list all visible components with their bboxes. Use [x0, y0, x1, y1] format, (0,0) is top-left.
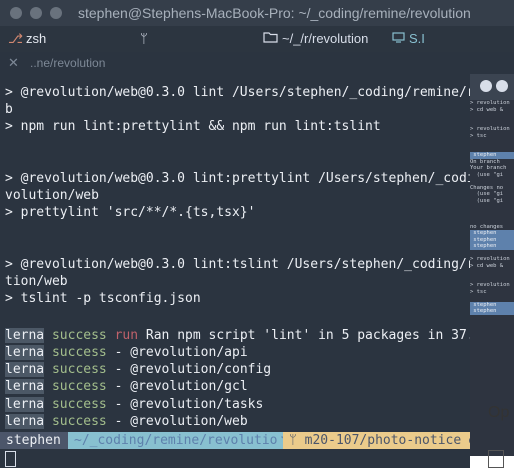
background-window-titlebar: [470, 74, 514, 100]
terminal-line: tion/web: [5, 274, 68, 290]
lerna-prefix: lerna: [5, 345, 45, 360]
lerna-line: lerna success - @revolution/config: [5, 361, 271, 378]
lerna-status: success: [51, 327, 107, 343]
window-titlebar: stephen@Stephens-MacBook-Pro: ~/_coding/…: [0, 0, 514, 26]
terminal-icon: ⎇: [8, 31, 23, 46]
tab-zsh[interactable]: zsh: [26, 31, 46, 46]
lerna-status: success: [51, 413, 107, 429]
terminal-line: > prettylint 'src/**/*.{ts,tsx}': [5, 205, 256, 221]
prompt-path: ~/_coding/remine/revolution: [68, 432, 285, 449]
lerna-tag: run: [114, 327, 139, 343]
lerna-line: lerna success - @revolution/api: [5, 344, 248, 361]
lerna-status: success: [51, 379, 107, 395]
git-branch-icon: ᛘ: [289, 433, 305, 448]
prompt-git: ᛘ m20-107/photo-notice ●+: [283, 432, 470, 449]
background-terminal-output: > revolution > cd web & > revolution > tsc …: [470, 100, 514, 456]
terminal-tabbar: ⎇ zsh ᛘ ~/_/r/revolution S.I: [0, 26, 514, 52]
background-terminal-line: > revolution: [470, 282, 510, 288]
lerna-text: - @revolution/gcl: [106, 379, 248, 395]
terminal-line: > @revolution/web@0.3.0 lint:prettylint …: [5, 171, 470, 186]
terminal-output[interactable]: > @revolution/web@0.3.0 lint /Users/step…: [0, 74, 470, 432]
lerna-line: lerna success - @revolution/web: [5, 413, 248, 430]
terminal-line: > npm run lint:prettylint && npm run lin…: [5, 119, 381, 135]
lerna-prefix: lerna: [5, 379, 45, 395]
pane-path: ..ne/revolution: [30, 56, 106, 70]
lerna-text: - @revolution/tasks: [106, 396, 264, 412]
lerna-prefix: lerna: [5, 396, 45, 412]
background-terminal-line: > revolution: [470, 256, 510, 262]
lerna-status: success: [51, 396, 107, 412]
lerna-line: lerna success - @revolution/gcl: [5, 378, 248, 395]
folder-icon: [263, 31, 278, 46]
background-terminal-line: stephen: [470, 308, 514, 315]
window-title: stephen@Stephens-MacBook-Pro: ~/_coding/…: [78, 5, 471, 21]
lerna-prefix: lerna: [5, 362, 45, 378]
minimize-window-button[interactable]: [30, 7, 42, 19]
background-terminal-line: > revolution: [470, 100, 510, 106]
lerna-prefix: lerna: [5, 413, 45, 429]
background-window[interactable]: > revolution > cd web & > revolution > tsc …: [470, 74, 514, 468]
close-pane-icon[interactable]: ✕: [8, 55, 19, 71]
tab-path[interactable]: ~/_/r/revolution: [282, 31, 368, 46]
lerna-text: - @revolution/config: [106, 362, 272, 378]
lerna-line: lerna success - @revolution/tasks: [5, 396, 263, 413]
lerna-status: success: [51, 345, 107, 360]
lerna-text: Ran npm script 'lint' in 5 packages in 3…: [138, 327, 470, 343]
terminal-cursor: [5, 451, 16, 467]
close-window-button[interactable]: [10, 7, 22, 19]
prompt-statusline: stephen ~/_coding/remine/revolution ᛘ m2…: [0, 432, 470, 449]
monitor-icon: [392, 31, 405, 46]
git-branch-icon: ᛘ: [140, 31, 148, 46]
zoom-window-button[interactable]: [50, 7, 62, 19]
lerna-text: - @revolution/api: [106, 345, 248, 360]
document-icon: [488, 450, 504, 468]
terminal-line: b: [5, 102, 13, 118]
background-terminal-line: > revolution: [470, 126, 510, 132]
lerna-line: lerna success run Ran npm script 'lint' …: [5, 327, 470, 344]
terminal-line: > @revolution/web@0.3.0 lint:tslint /Use…: [5, 257, 470, 272]
pane-header: ✕ ..ne/revolution: [0, 52, 514, 74]
lerna-text: - @revolution/web: [106, 413, 248, 429]
terminal-line: volution/web: [5, 188, 99, 204]
window-button[interactable]: [496, 80, 508, 92]
prompt-branch: m20-107/photo-notice: [304, 433, 462, 448]
lerna-status: success: [51, 362, 107, 378]
window-button[interactable]: [480, 80, 492, 92]
terminal-line: > @revolution/web@0.3.0 lint /Users/step…: [5, 85, 470, 100]
background-window-label: Op: [488, 404, 510, 421]
prompt-user: stephen: [0, 432, 68, 449]
lerna-prefix: lerna: [5, 327, 45, 343]
tab-right[interactable]: S.I: [409, 31, 425, 46]
terminal-line: > tslint -p tsconfig.json: [5, 291, 201, 307]
